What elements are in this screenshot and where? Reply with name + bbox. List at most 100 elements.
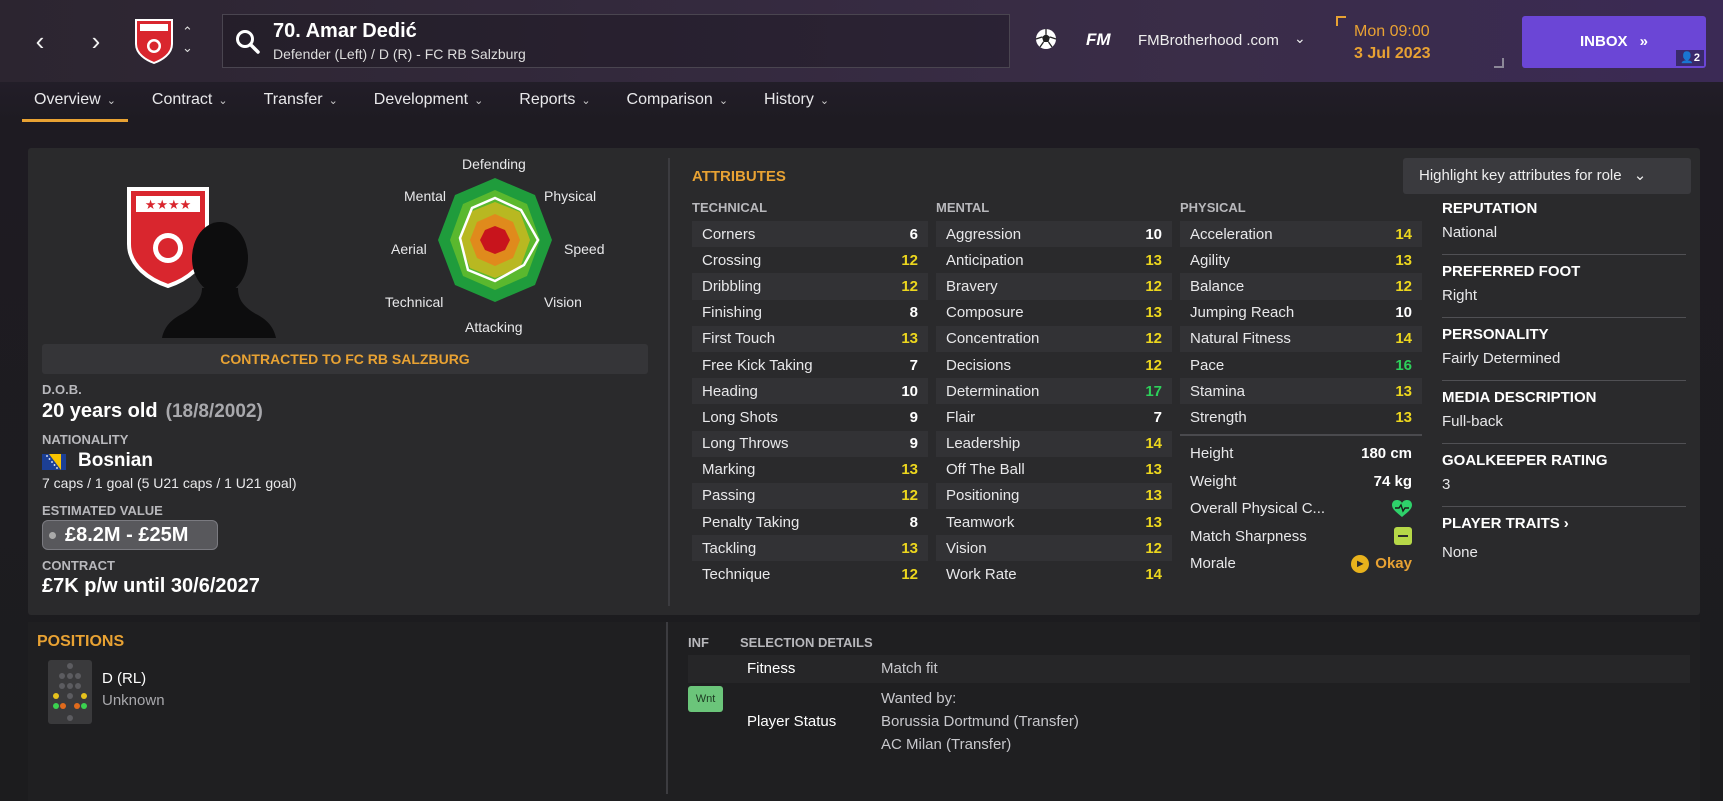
attribute-row[interactable]: Aggression 10 xyxy=(936,221,1172,248)
sharpness-icon xyxy=(1394,527,1412,546)
attribute-row[interactable]: Decisions 12 xyxy=(936,352,1172,378)
attribute-row[interactable]: Flair 7 xyxy=(936,404,1172,430)
preferred-foot-block: PREFERRED FOOT Right xyxy=(1442,263,1686,304)
forward-arrow-icon[interactable]: › xyxy=(84,26,108,56)
attribute-row[interactable]: Dribbling 12 xyxy=(692,273,928,300)
attribute-value: 13 xyxy=(1145,251,1162,269)
height-row: Height 180 cm xyxy=(1190,445,1412,463)
attribute-row[interactable]: Acceleration 14 xyxy=(1180,221,1422,248)
attribute-row[interactable]: Technique 12 xyxy=(692,561,928,587)
game-date[interactable]: Mon 09:00 3 Jul 2023 xyxy=(1336,16,1504,68)
club-crest-icon[interactable] xyxy=(134,18,174,64)
highlight-role-dropdown[interactable]: Highlight key attributes for role ⌄ xyxy=(1403,158,1691,194)
attribute-row[interactable]: Anticipation 13 xyxy=(936,247,1172,273)
attribute-row[interactable]: Agility 13 xyxy=(1180,247,1422,273)
tab-history[interactable]: History ⌄ xyxy=(752,88,841,122)
attribute-row[interactable]: Jumping Reach 10 xyxy=(1180,300,1422,326)
attribute-name: Jumping Reach xyxy=(1190,304,1295,322)
site-name[interactable]: FMBrotherhood .com xyxy=(1138,32,1279,49)
attribute-row[interactable]: Off The Ball 13 xyxy=(936,457,1172,483)
attribute-name: Decisions xyxy=(946,356,1012,374)
attribute-row[interactable]: Long Throws 9 xyxy=(692,430,928,457)
back-arrow-icon[interactable]: ‹ xyxy=(28,26,52,56)
estimated-value-pill[interactable]: £8.2M - £25M xyxy=(42,520,218,550)
chevron-down-icon[interactable]: ⌄ xyxy=(1294,30,1306,47)
radar-label-attacking: Attacking xyxy=(465,319,523,335)
attribute-row[interactable]: Passing 12 xyxy=(692,482,928,510)
attribute-name: Pace xyxy=(1190,356,1225,374)
attribute-value: 10 xyxy=(1145,225,1162,243)
attribute-row[interactable]: Bravery 12 xyxy=(936,273,1172,300)
position-pitch-icon[interactable] xyxy=(48,660,92,724)
football-icon[interactable] xyxy=(1035,28,1057,50)
physical-attributes-list: Acceleration 14 Agility 13 Balance 12 Jumping … xyxy=(1180,221,1422,431)
wanted-by-club[interactable]: AC Milan (Transfer) xyxy=(881,736,1011,753)
attribute-name: Natural Fitness xyxy=(1190,330,1291,348)
attribute-row[interactable]: Determination 17 xyxy=(936,378,1172,405)
technical-attributes-list: Corners 6 Crossing 12 Dribbling 12 Finishing 8 F… xyxy=(692,221,928,588)
attribute-row[interactable]: Vision 12 xyxy=(936,535,1172,562)
attribute-row[interactable]: Tackling 13 xyxy=(692,535,928,562)
attribute-row[interactable]: First Touch 13 xyxy=(692,325,928,352)
match-sharpness-row[interactable]: Match Sharpness xyxy=(1180,523,1422,551)
chevron-down-icon: ⌄ xyxy=(581,95,591,107)
attribute-name: Stamina xyxy=(1190,382,1246,400)
attribute-name: Penalty Taking xyxy=(702,513,800,531)
personality-value: Fairly Determined xyxy=(1442,350,1561,367)
inf-heading: INF xyxy=(688,635,709,650)
player-traits-value: None xyxy=(1442,544,1478,561)
goalkeeper-rating-block: GOALKEEPER RATING 3 xyxy=(1442,452,1686,493)
dob-value: (18/8/2002) xyxy=(165,401,263,422)
attribute-row[interactable]: Teamwork 13 xyxy=(936,509,1172,535)
player-traits-block[interactable]: PLAYER TRAITS › None xyxy=(1442,515,1686,561)
attribute-row[interactable]: Crossing 12 xyxy=(692,247,928,273)
attribute-row[interactable]: Long Shots 9 xyxy=(692,404,928,430)
attribute-row[interactable]: Composure 13 xyxy=(936,300,1172,326)
attribute-row[interactable]: Positioning 13 xyxy=(936,482,1172,510)
search-icon[interactable] xyxy=(235,29,261,55)
attribute-row[interactable]: Balance 12 xyxy=(1180,273,1422,300)
attribute-row[interactable]: Leadership 14 xyxy=(936,430,1172,457)
attribute-value: 10 xyxy=(1395,304,1412,322)
inbox-count-badge: 👤2 xyxy=(1676,50,1704,66)
attribute-row[interactable]: Corners 6 xyxy=(692,221,928,248)
tab-comparison[interactable]: Comparison ⌄ xyxy=(615,88,740,122)
player-name: 70. Amar Dedić xyxy=(273,20,417,42)
chevron-down-icon: ⌄ xyxy=(1633,167,1647,184)
wanted-status-badge[interactable]: Wnt xyxy=(688,686,723,712)
wanted-by-club[interactable]: Borussia Dortmund (Transfer) xyxy=(881,713,1079,730)
player-search-box[interactable]: 70. Amar Dedić Defender (Left) / D (R) -… xyxy=(222,14,1010,68)
attribute-row[interactable]: Stamina 13 xyxy=(1180,378,1422,405)
tab-overview[interactable]: Overview ⌄ xyxy=(22,88,128,122)
attribute-row[interactable]: Strength 13 xyxy=(1180,404,1422,430)
morale-row[interactable]: Morale ► Okay xyxy=(1180,550,1422,578)
radar-label-technical: Technical xyxy=(385,294,444,310)
attribute-name: Balance xyxy=(1190,277,1245,295)
attribute-value: 16 xyxy=(1395,356,1412,374)
attribute-row[interactable]: Penalty Taking 8 xyxy=(692,509,928,535)
attribute-row[interactable]: Pace 16 xyxy=(1180,352,1422,378)
attribute-row[interactable]: Natural Fitness 14 xyxy=(1180,325,1422,352)
tab-contract[interactable]: Contract ⌄ xyxy=(140,88,240,122)
radar-label-speed: Speed xyxy=(564,241,605,257)
chevron-down-icon: ⌄ xyxy=(218,95,228,107)
inbox-button[interactable]: INBOX » 👤2 xyxy=(1522,16,1706,68)
position-familiarity: Unknown xyxy=(102,692,165,709)
nationality-value[interactable]: Bosnian xyxy=(78,450,153,472)
attribute-row[interactable]: Finishing 8 xyxy=(692,300,928,326)
attribute-row[interactable]: Concentration 12 xyxy=(936,325,1172,352)
tab-development[interactable]: Development ⌄ xyxy=(362,88,496,122)
attribute-row[interactable]: Free Kick Taking 7 xyxy=(692,352,928,378)
attribute-row[interactable]: Work Rate 14 xyxy=(936,561,1172,587)
attribute-row[interactable]: Marking 13 xyxy=(692,457,928,483)
up-down-icon[interactable]: ⌃ ⌄ xyxy=(182,24,193,56)
attribute-row[interactable]: Heading 10 xyxy=(692,378,928,405)
tab-transfer[interactable]: Transfer ⌄ xyxy=(252,88,350,122)
tab-reports[interactable]: Reports ⌄ xyxy=(507,88,602,122)
attribute-name: Work Rate xyxy=(946,566,1017,584)
attribute-value: 13 xyxy=(901,539,918,557)
contract-value: £7K p/w until 30/6/2027 xyxy=(42,575,260,597)
attribute-value: 12 xyxy=(901,487,918,505)
physical-condition-row[interactable]: Overall Physical C... xyxy=(1180,495,1422,523)
attribute-name: Finishing xyxy=(702,304,763,322)
